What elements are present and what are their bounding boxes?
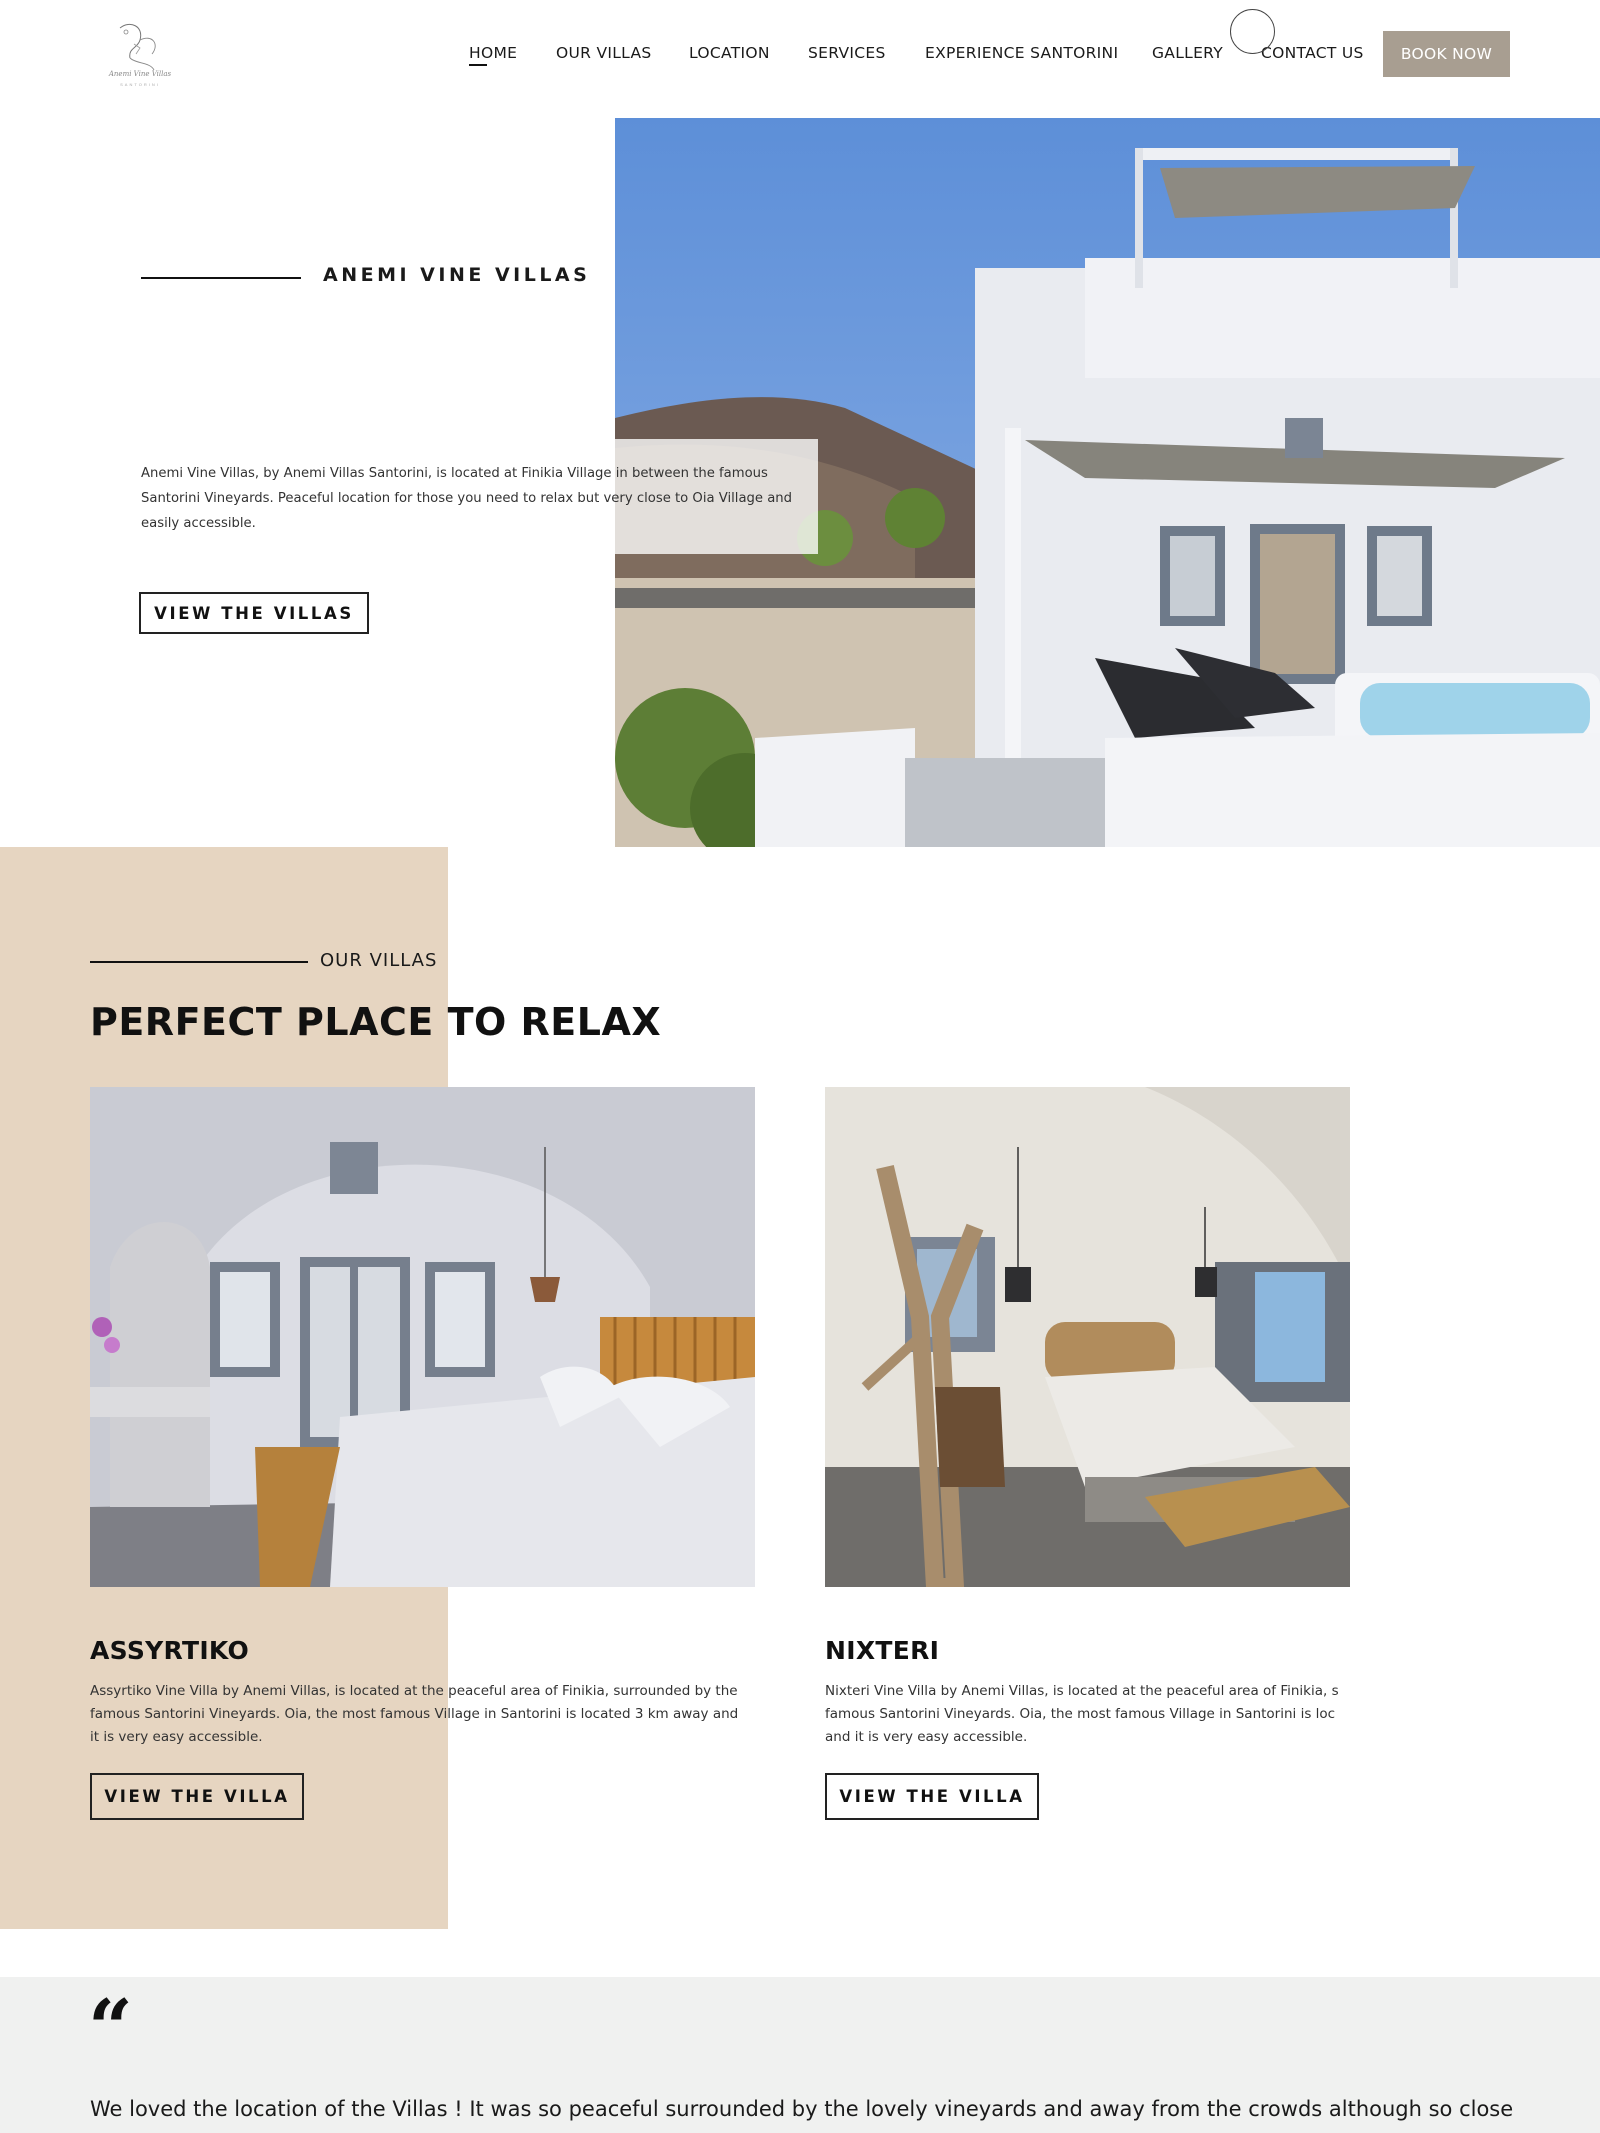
assyrtiko-image[interactable] bbox=[90, 1087, 755, 1587]
hero-divider-line bbox=[141, 277, 301, 279]
testimonial-section: “ We loved the location of the Villas ! … bbox=[0, 1977, 1600, 2133]
villas-divider-line bbox=[90, 961, 308, 963]
villas-heading: PERFECT PLACE TO RELAX bbox=[90, 1000, 662, 1044]
villa-description-nixteri: Nixteri Vine Villa by Anemi Villas, is l… bbox=[825, 1683, 1339, 1745]
nav-home[interactable]: HOME bbox=[469, 44, 517, 66]
book-now-button[interactable]: BOOK NOW bbox=[1383, 31, 1510, 77]
villa-name-nixteri: NIXTERI bbox=[825, 1636, 940, 1665]
villa-description-assyrtiko: Assyrtiko Vine Villa by Anemi Villas, is… bbox=[90, 1683, 739, 1745]
nixteri-image[interactable] bbox=[825, 1087, 1350, 1587]
view-villa-nixteri-button[interactable]: VIEW THE VILLA bbox=[825, 1773, 1039, 1820]
logo-text: Anemi Vine Villas bbox=[108, 70, 172, 78]
hero-title: ANEMI VINE VILLAS bbox=[323, 264, 591, 286]
quote-mark-icon: “ bbox=[88, 1983, 133, 2074]
nav-experience-santorini[interactable]: EXPERIENCE SANTORINI bbox=[925, 44, 1118, 62]
villas-eyebrow: OUR VILLAS bbox=[320, 950, 438, 971]
nav-location[interactable]: LOCATION bbox=[689, 44, 770, 62]
cursor-circle-icon bbox=[1230, 9, 1275, 54]
nav-contact-us[interactable]: CONTACT US bbox=[1261, 44, 1364, 62]
logo-subtext: SANTORINI bbox=[120, 82, 160, 87]
villa-name-assyrtiko: ASSYRTIKO bbox=[90, 1636, 250, 1665]
testimonial-text: We loved the location of the Villas ! It… bbox=[90, 2097, 1514, 2133]
hero-description: Anemi Vine Villas, by Anemi Villas Santo… bbox=[141, 466, 793, 531]
nav-our-villas[interactable]: OUR VILLAS bbox=[556, 44, 652, 62]
nav-gallery[interactable]: GALLERY bbox=[1152, 44, 1223, 62]
nav-services[interactable]: SERVICES bbox=[808, 44, 886, 62]
site-header: Anemi Vine Villas SANTORINI HOME OUR VIL… bbox=[0, 0, 1600, 118]
view-the-villas-button[interactable]: VIEW THE VILLAS bbox=[139, 592, 369, 634]
view-villa-assyrtiko-button[interactable]: VIEW THE VILLA bbox=[90, 1773, 304, 1820]
